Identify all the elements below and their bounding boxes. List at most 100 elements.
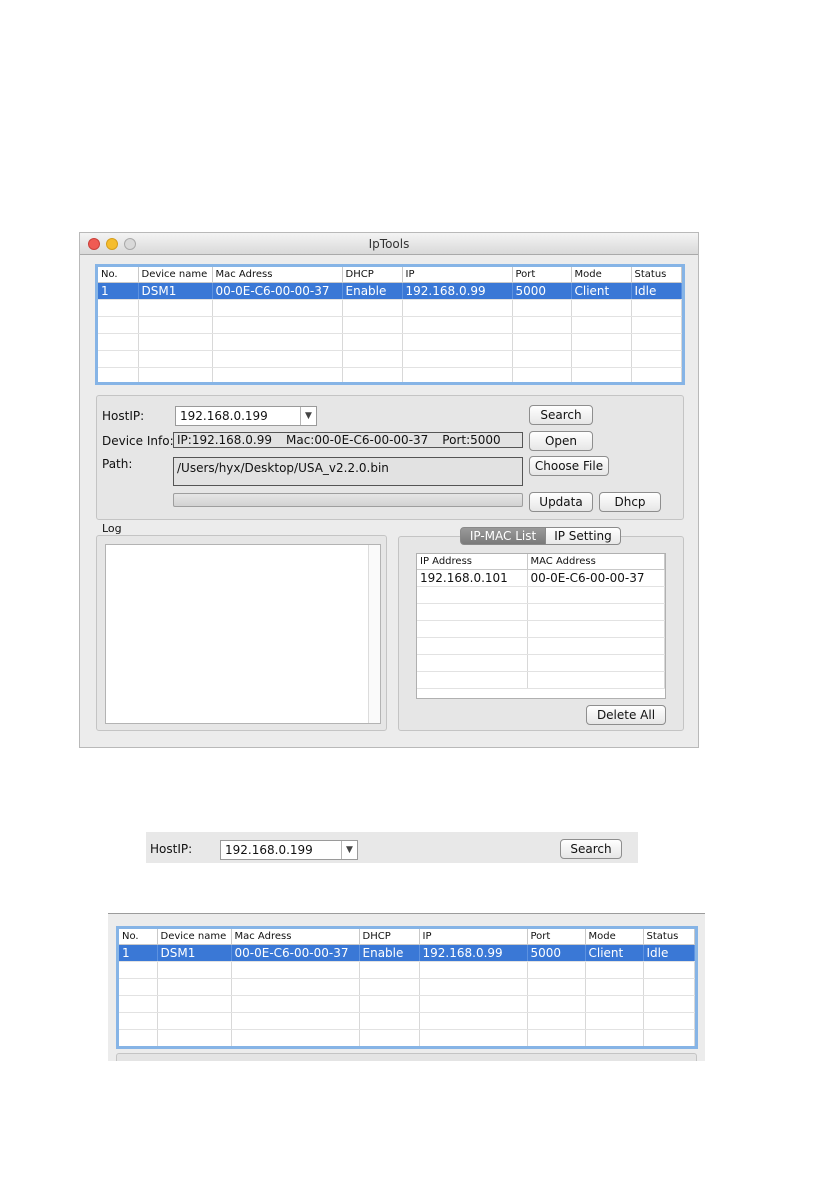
device-table-cell bbox=[402, 367, 513, 382]
ip-mac-table-header: IP Address MAC Address bbox=[417, 554, 665, 570]
device-table-row[interactable]: 1 DSM1 00-0E-C6-00-00-37 Enable 192.168.0.99… bbox=[98, 282, 682, 300]
detail-device-table-cell bbox=[119, 1029, 158, 1046]
device-table-cell bbox=[571, 350, 632, 368]
device-table-cell bbox=[631, 299, 682, 317]
tab-ip-mac-list[interactable]: IP-MAC List bbox=[460, 527, 546, 545]
detail-device-table-cell: 192.168.0.99 bbox=[419, 944, 528, 962]
host-ip-label: HostIP: bbox=[102, 409, 145, 423]
device-table-cell bbox=[98, 350, 139, 368]
device-table-cell bbox=[571, 299, 632, 317]
detail-host-ip-select[interactable]: 192.168.0.199 ▼ bbox=[220, 840, 358, 860]
device-table-cell bbox=[138, 367, 213, 382]
device-table-cell bbox=[212, 350, 343, 368]
detail-search-button[interactable]: Search bbox=[560, 839, 622, 859]
log-textarea[interactable] bbox=[105, 544, 381, 724]
ip-mac-table-row[interactable] bbox=[417, 671, 665, 689]
ip-mac-table-cell bbox=[417, 671, 528, 689]
detail-device-table-cell bbox=[585, 995, 644, 1013]
detail-device-table-column-header[interactable]: Device name bbox=[157, 929, 232, 945]
detail-device-table-cell bbox=[359, 978, 420, 996]
detail-device-table-cell bbox=[231, 1012, 360, 1030]
detail-device-table-row[interactable]: 1 DSM1 00-0E-C6-00-00-37 Enable 192.168.0.99… bbox=[119, 944, 695, 962]
update-progress-bar bbox=[173, 493, 523, 507]
choose-file-button[interactable]: Choose File bbox=[529, 456, 609, 476]
detail-device-table-column-header[interactable]: No. bbox=[119, 929, 158, 945]
detail-device-table-cell bbox=[119, 1012, 158, 1030]
device-table-row[interactable] bbox=[98, 316, 682, 334]
tab-ip-setting[interactable]: IP Setting bbox=[545, 527, 621, 545]
detail-device-table-column-header[interactable]: IP bbox=[419, 929, 528, 945]
ip-mac-table-row[interactable] bbox=[417, 654, 665, 672]
device-table-row[interactable] bbox=[98, 350, 682, 368]
detail-device-table-column-header[interactable]: Mac Adress bbox=[231, 929, 360, 945]
device-table-cell bbox=[512, 316, 572, 334]
device-table-cell bbox=[342, 367, 403, 382]
path-field[interactable]: /Users/hyx/Desktop/USA_v2.2.0.bin bbox=[173, 457, 523, 486]
detail-device-table-cell: Idle bbox=[643, 944, 695, 962]
dhcp-button[interactable]: Dhcp bbox=[599, 492, 661, 512]
detail-device-table-cell bbox=[585, 1029, 644, 1046]
detail-device-table-cell bbox=[643, 995, 695, 1013]
detail-device-table-column-header[interactable]: Port bbox=[527, 929, 586, 945]
device-table-column-header[interactable]: Status bbox=[631, 267, 682, 283]
detail-device-table: No. Device name Mac Adress DHCP IP Port Mode St… bbox=[116, 926, 698, 1049]
detail-device-table-cell bbox=[419, 978, 528, 996]
device-table-cell bbox=[402, 350, 513, 368]
detail-device-table-row[interactable] bbox=[119, 1029, 695, 1046]
device-table-column-header[interactable]: DHCP bbox=[342, 267, 403, 283]
ip-mac-table-column-header[interactable]: IP Address bbox=[417, 554, 528, 570]
device-table-cell: 192.168.0.99 bbox=[402, 282, 513, 300]
device-table-cell bbox=[138, 299, 213, 317]
detail-device-table-row[interactable] bbox=[119, 995, 695, 1013]
ip-mac-table-cell bbox=[417, 586, 528, 604]
detail-device-table-cell bbox=[231, 1029, 360, 1046]
detail-device-table-cell bbox=[419, 995, 528, 1013]
device-table-cell bbox=[138, 350, 213, 368]
device-table-row[interactable] bbox=[98, 367, 682, 382]
ip-mac-table-row[interactable] bbox=[417, 620, 665, 638]
device-table-cell bbox=[342, 333, 403, 351]
chevron-down-icon[interactable]: ▼ bbox=[300, 407, 316, 425]
device-table-column-header[interactable]: Mac Adress bbox=[212, 267, 343, 283]
device-table-column-header[interactable]: No. bbox=[98, 267, 139, 283]
ip-mac-table-row[interactable]: 192.168.0.101 00-0E-C6-00-00-37 bbox=[417, 569, 665, 587]
detail-device-table-cell bbox=[643, 978, 695, 996]
device-table-cell bbox=[342, 316, 403, 334]
detail-device-table-cell bbox=[527, 1012, 586, 1030]
device-table-row[interactable] bbox=[98, 299, 682, 317]
open-button[interactable]: Open bbox=[529, 431, 593, 451]
detail-device-table-column-header[interactable]: DHCP bbox=[359, 929, 420, 945]
device-table: No. Device name Mac Adress DHCP IP Port Mode St… bbox=[95, 264, 685, 385]
ip-mac-table-cell bbox=[527, 620, 665, 638]
detail-device-table-row[interactable] bbox=[119, 978, 695, 996]
detail-device-table-cell bbox=[157, 1012, 232, 1030]
ip-mac-table: IP Address MAC Address 192.168.0.101 00-0E… bbox=[416, 553, 666, 699]
detail-device-table-row[interactable] bbox=[119, 961, 695, 979]
device-table-column-header[interactable]: Port bbox=[512, 267, 572, 283]
ip-mac-table-row[interactable] bbox=[417, 603, 665, 621]
delete-all-button[interactable]: Delete All bbox=[586, 705, 666, 725]
ip-mac-table-row[interactable] bbox=[417, 637, 665, 655]
device-table-cell bbox=[402, 316, 513, 334]
detail-device-table-row[interactable] bbox=[119, 1012, 695, 1030]
device-table-cell: Idle bbox=[631, 282, 682, 300]
update-button[interactable]: Updata bbox=[529, 492, 593, 512]
device-table-cell bbox=[138, 333, 213, 351]
chevron-down-icon[interactable]: ▼ bbox=[341, 841, 357, 859]
device-table-row[interactable] bbox=[98, 333, 682, 351]
ip-mac-table-column-header[interactable]: MAC Address bbox=[527, 554, 665, 570]
search-button[interactable]: Search bbox=[529, 405, 593, 425]
device-table-cell: Client bbox=[571, 282, 632, 300]
detail-device-table-column-header[interactable]: Status bbox=[643, 929, 695, 945]
log-scrollbar[interactable] bbox=[368, 545, 380, 723]
device-table-column-header[interactable]: Mode bbox=[571, 267, 632, 283]
detail-device-table-column-header[interactable]: Mode bbox=[585, 929, 644, 945]
device-table-column-header[interactable]: Device name bbox=[138, 267, 213, 283]
device-table-header: No. Device name Mac Adress DHCP IP Port Mode St… bbox=[98, 267, 682, 283]
device-table-column-header[interactable]: IP bbox=[402, 267, 513, 283]
detail-device-table-cell bbox=[359, 961, 420, 979]
host-ip-select[interactable]: 192.168.0.199 ▼ bbox=[175, 406, 317, 426]
device-table-cell: Enable bbox=[342, 282, 403, 300]
ip-mac-table-row[interactable] bbox=[417, 586, 665, 604]
device-table-cell bbox=[402, 299, 513, 317]
